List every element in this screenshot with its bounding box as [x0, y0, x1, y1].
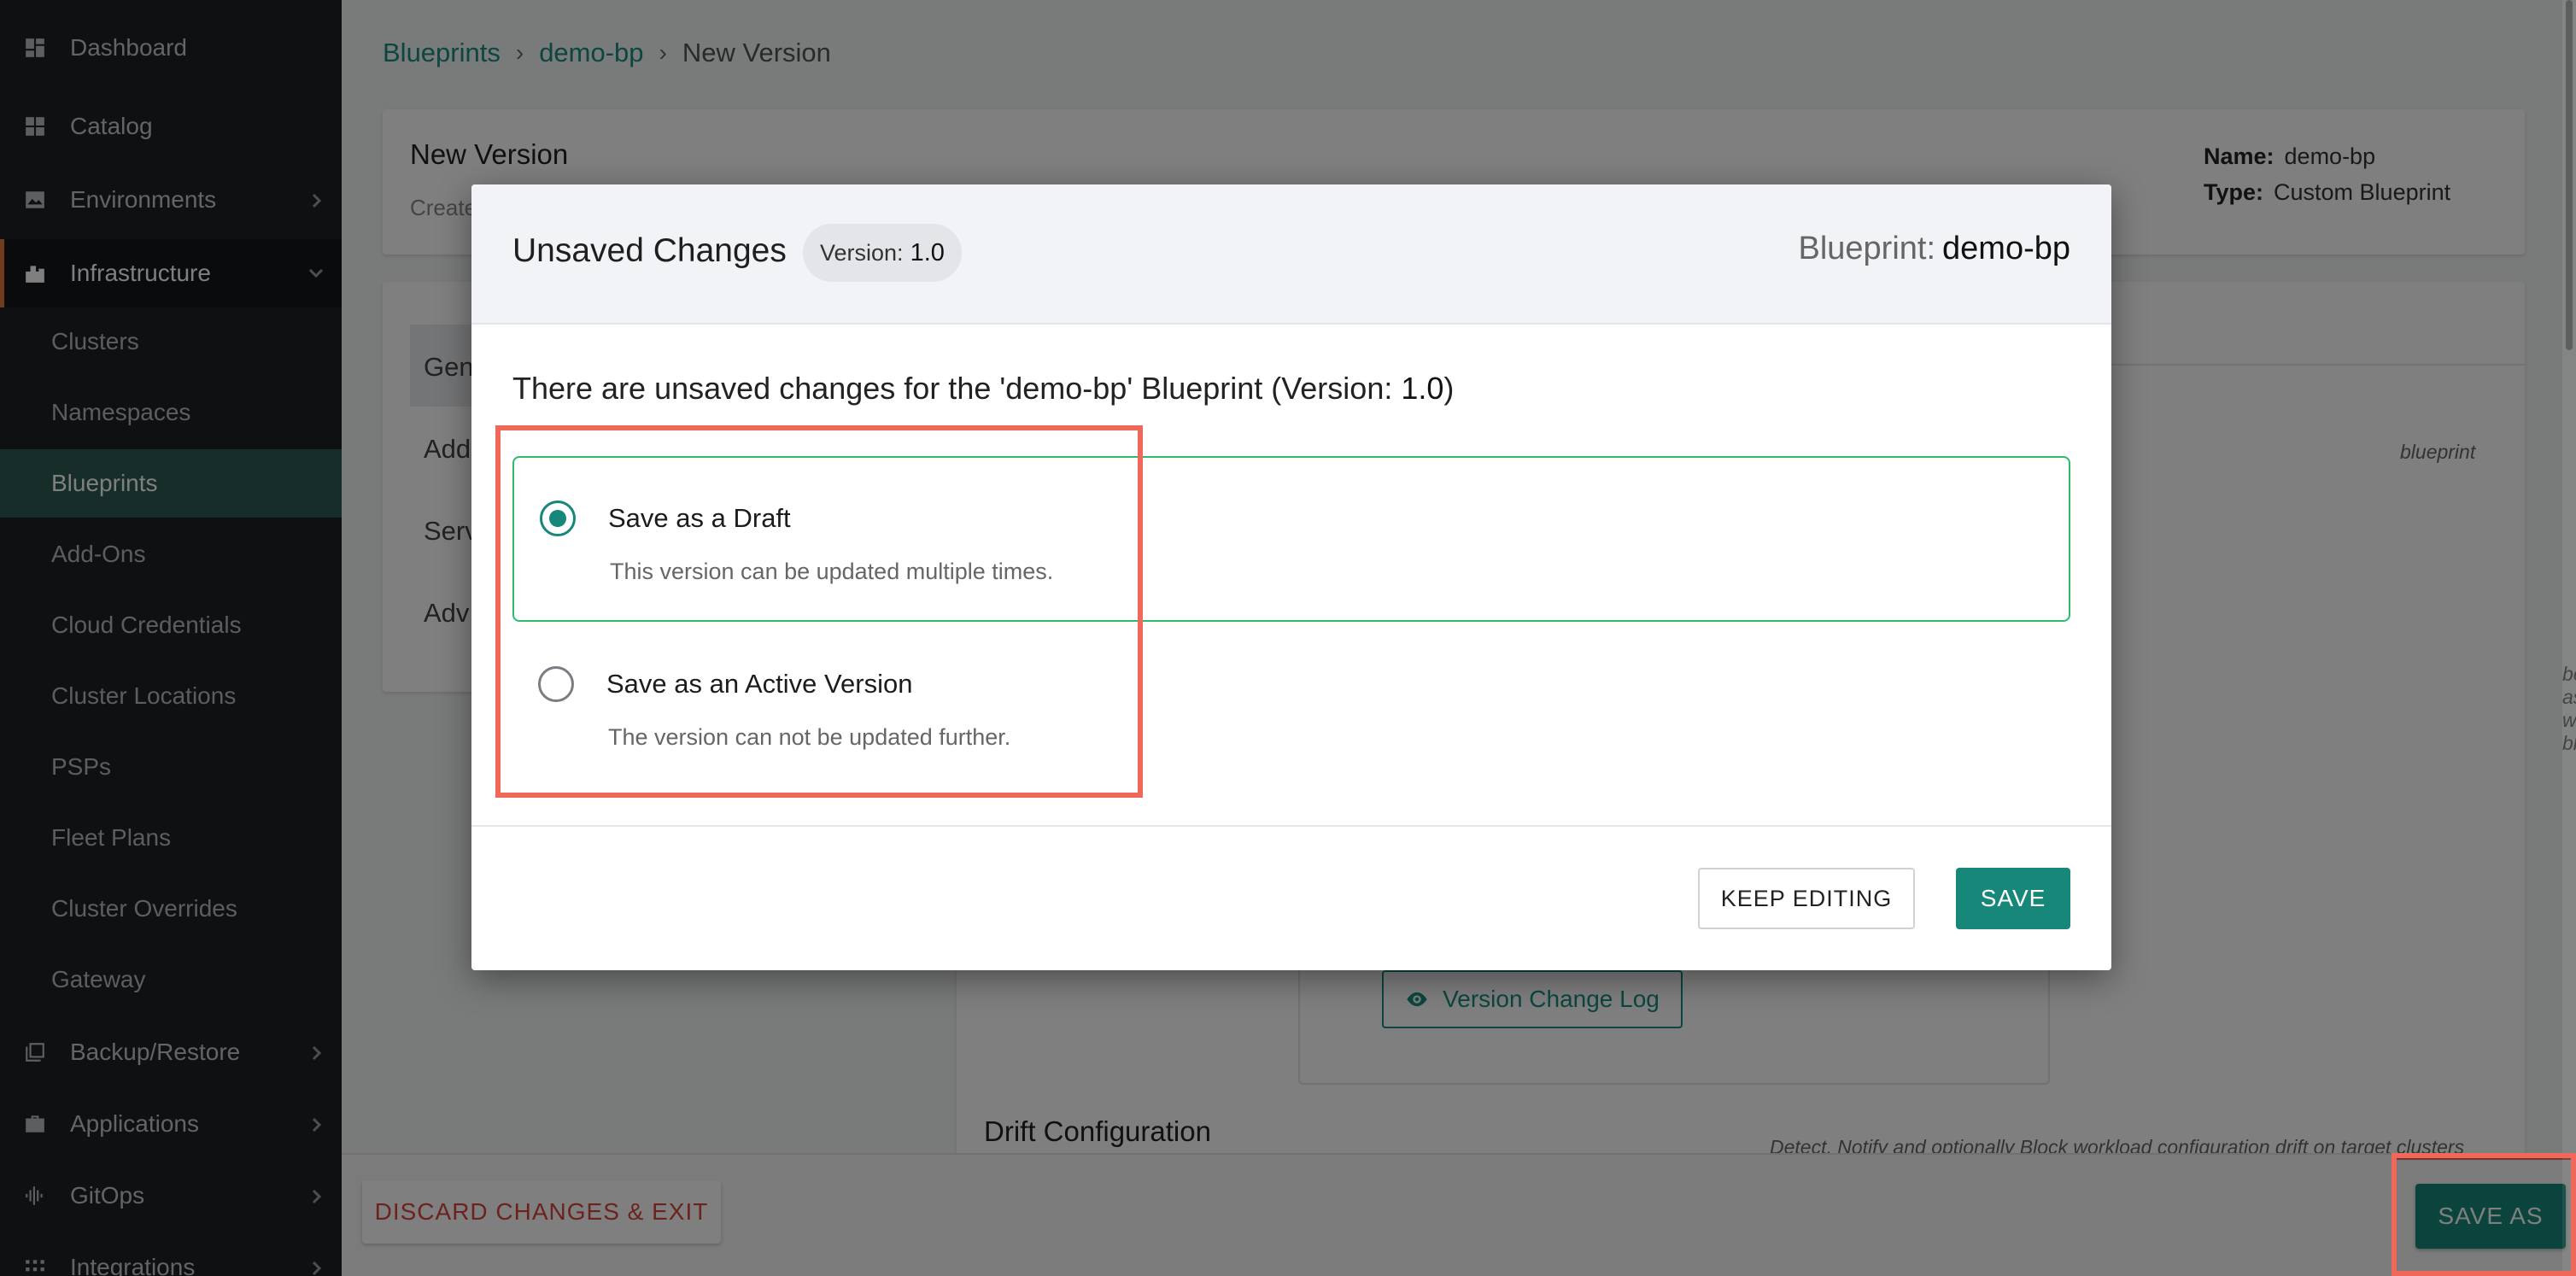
blueprint-value: demo-bp — [1942, 231, 2070, 266]
dialog-title: Unsaved Changes — [512, 232, 787, 269]
message-close: ) — [1443, 371, 1455, 406]
dialog-blueprint: Blueprint: demo-bp — [1798, 231, 2070, 267]
dialog-footer-divider — [471, 825, 2111, 827]
dialog-message: There are unsaved changes for the 'demo-… — [512, 371, 1454, 407]
dialog-header: Unsaved Changes Version: 1.0 Blueprint: d… — [471, 184, 2111, 325]
options-highlight — [495, 425, 1143, 798]
save-button[interactable]: SAVE — [1956, 868, 2070, 929]
unsaved-changes-dialog: Unsaved Changes Version: 1.0 Blueprint: d… — [471, 184, 2111, 970]
version-badge-label: Version: — [820, 239, 904, 266]
save-as-annotation — [2392, 1153, 2576, 1276]
keep-editing-button[interactable]: KEEP EDITING — [1698, 868, 1915, 929]
blueprint-label: Blueprint: — [1798, 231, 1936, 266]
page-scrollbar-thumb[interactable] — [2566, 0, 2573, 350]
message-version: 1.0 — [1401, 371, 1444, 406]
version-badge-value: 1.0 — [910, 238, 945, 266]
message-text: There are unsaved changes for the 'demo-… — [512, 371, 1402, 406]
version-badge: Version: 1.0 — [803, 224, 962, 282]
